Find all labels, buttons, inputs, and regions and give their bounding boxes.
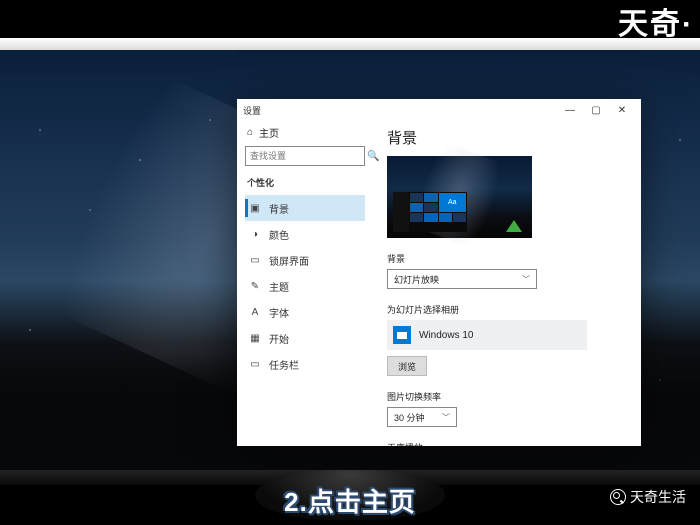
start-icon: ▦ — [249, 333, 261, 344]
settings-content: 背景 Aa 背景 幻灯片放映 ﹀ 为幻灯片选择相册 — [373, 121, 641, 446]
folder-icon — [393, 326, 411, 344]
font-icon: A — [249, 307, 261, 318]
tutorial-caption: 2.点击主页 — [284, 482, 416, 519]
bg-mode-select[interactable]: 幻灯片放映 ﹀ — [387, 269, 537, 289]
lock-icon: ▭ — [249, 255, 261, 266]
bg-mode-value: 幻灯片放映 — [394, 273, 439, 286]
nav-themes[interactable]: ✎ 主题 — [245, 273, 365, 299]
nav-background-label: 背景 — [269, 201, 289, 216]
theme-icon: ✎ — [249, 281, 261, 292]
browse-button[interactable]: 浏览 — [387, 356, 427, 376]
brand-text: 天奇生活 — [630, 487, 686, 507]
bg-label: 背景 — [387, 252, 627, 265]
settings-window: 设置 — ▢ ✕ ⌂ 主页 🔍 个性化 ▣ 背景 ◑ 颜色 — [237, 99, 641, 446]
nav-fonts-label: 字体 — [269, 305, 289, 320]
window-close-button[interactable]: ✕ — [609, 99, 635, 121]
nav-taskbar-label: 任务栏 — [269, 357, 299, 372]
home-link[interactable]: ⌂ 主页 — [245, 123, 365, 146]
nav-background[interactable]: ▣ 背景 — [245, 195, 365, 221]
taskbar-icon: ▭ — [249, 359, 261, 370]
nav-lockscreen[interactable]: ▭ 锁屏界面 — [245, 247, 365, 273]
window-title: 设置 — [243, 104, 261, 117]
home-icon: ⌂ — [247, 127, 253, 138]
nav-colors-label: 颜色 — [269, 227, 289, 242]
search-box[interactable]: 🔍 — [245, 146, 365, 166]
preview-start-overlay: Aa — [393, 192, 467, 232]
brand-logo-icon — [610, 489, 626, 505]
tent-icon — [506, 220, 522, 232]
chevron-down-icon: ﹀ — [442, 412, 450, 423]
monitor-bezel-top — [0, 38, 700, 50]
nav-fonts[interactable]: A 字体 — [245, 299, 365, 325]
nav-start-label: 开始 — [269, 331, 289, 346]
search-input[interactable] — [250, 151, 367, 161]
interval-label: 图片切换频率 — [387, 390, 627, 403]
nav-themes-label: 主题 — [269, 279, 289, 294]
brand-watermark: 天奇生活 — [610, 487, 686, 507]
interval-value: 30 分钟 — [394, 411, 425, 424]
picture-icon: ▣ — [249, 203, 261, 214]
nav-start[interactable]: ▦ 开始 — [245, 325, 365, 351]
album-value: Windows 10 — [419, 330, 473, 341]
chevron-down-icon: ﹀ — [522, 274, 530, 285]
home-label: 主页 — [259, 125, 279, 140]
nav-lockscreen-label: 锁屏界面 — [269, 253, 309, 268]
settings-sidebar: ⌂ 主页 🔍 个性化 ▣ 背景 ◑ 颜色 ▭ 锁屏界面 ✎ 主题 — [237, 121, 373, 446]
interval-select[interactable]: 30 分钟 ﹀ — [387, 407, 457, 427]
page-heading: 背景 — [387, 127, 627, 148]
album-row[interactable]: Windows 10 — [387, 320, 587, 350]
background-preview: Aa — [387, 156, 532, 238]
window-maximize-button[interactable]: ▢ — [583, 99, 609, 121]
window-titlebar[interactable]: 设置 — ▢ ✕ — [237, 99, 641, 121]
preview-aa-tile: Aa — [439, 193, 467, 212]
shuffle-label: 无序播放 — [387, 441, 627, 446]
window-minimize-button[interactable]: — — [557, 99, 583, 121]
album-label: 为幻灯片选择相册 — [387, 303, 627, 316]
nav-colors[interactable]: ◑ 颜色 — [245, 221, 365, 247]
nav-taskbar[interactable]: ▭ 任务栏 — [245, 351, 365, 377]
palette-icon: ◑ — [249, 229, 261, 240]
sidebar-category: 个性化 — [247, 176, 365, 189]
